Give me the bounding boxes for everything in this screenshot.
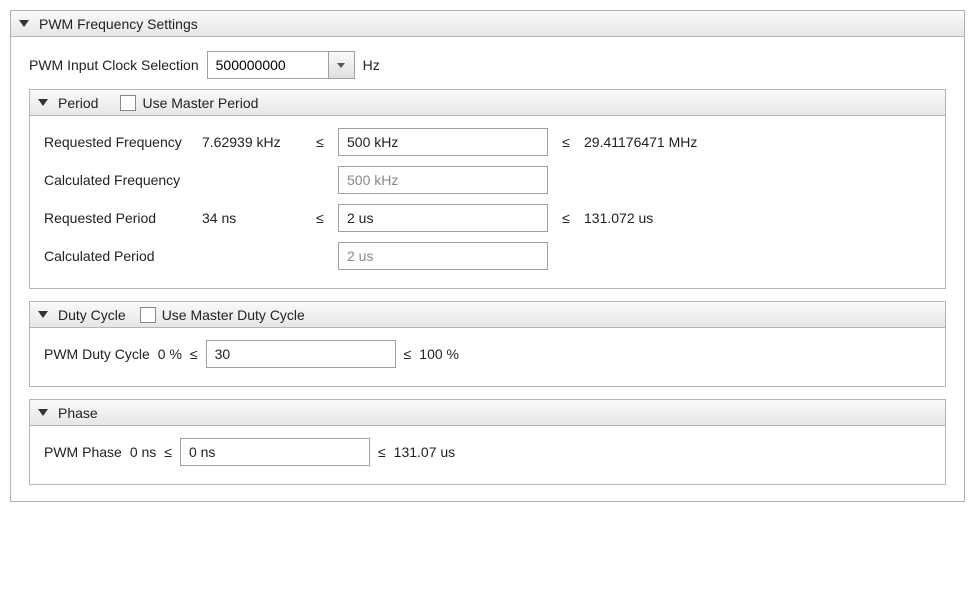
panel-title: PWM Frequency Settings (39, 16, 198, 32)
period-header[interactable]: Period Use Master Period (30, 90, 945, 116)
use-master-duty-label: Use Master Duty Cycle (162, 307, 305, 323)
input-clock-dropdown-button[interactable] (328, 52, 354, 78)
lte-icon: ≤ (378, 444, 386, 460)
requested-period-max: 131.072 us (584, 210, 653, 226)
duty-cycle-max: 100 % (419, 346, 459, 362)
phase-label: PWM Phase (44, 444, 122, 460)
lte-icon: ≤ (556, 210, 576, 226)
pwm-frequency-settings-header[interactable]: PWM Frequency Settings (11, 11, 964, 37)
duty-cycle-input[interactable] (206, 340, 396, 368)
lte-icon: ≤ (404, 346, 412, 362)
chevron-down-icon (38, 409, 48, 416)
input-clock-unit: Hz (363, 57, 380, 73)
duty-cycle-title: Duty Cycle (58, 307, 126, 323)
pwm-frequency-settings-panel: PWM Frequency Settings PWM Input Clock S… (10, 10, 965, 502)
period-panel: Period Use Master Period Requested Frequ… (29, 89, 946, 289)
duty-cycle-header[interactable]: Duty Cycle Use Master Duty Cycle (30, 302, 945, 328)
period-title: Period (58, 95, 98, 111)
calculated-period-label: Calculated Period (44, 248, 194, 264)
use-master-period-label: Use Master Period (142, 95, 258, 111)
input-clock-label: PWM Input Clock Selection (29, 57, 199, 73)
lte-icon: ≤ (164, 444, 172, 460)
lte-icon: ≤ (310, 134, 330, 150)
duty-cycle-label: PWM Duty Cycle (44, 346, 150, 362)
calculated-period-output (338, 242, 548, 270)
phase-header[interactable]: Phase (30, 400, 945, 426)
period-body: Requested Frequency 7.62939 kHz ≤ ≤ 29.4… (30, 116, 945, 288)
use-master-duty-checkbox[interactable] (140, 307, 156, 323)
duty-cycle-body: PWM Duty Cycle 0 % ≤ ≤100 % (30, 328, 945, 386)
chevron-down-icon (19, 20, 29, 27)
calculated-frequency-label: Calculated Frequency (44, 172, 194, 188)
input-clock-value[interactable] (208, 52, 328, 78)
chevron-down-icon (38, 311, 48, 318)
chevron-down-icon (38, 99, 48, 106)
phase-max: 131.07 us (394, 444, 456, 460)
phase-input[interactable] (180, 438, 370, 466)
use-master-period-checkbox[interactable] (120, 95, 136, 111)
phase-body: PWM Phase 0 ns ≤ ≤ 131.07 us (30, 426, 945, 484)
requested-frequency-input[interactable] (338, 128, 548, 156)
input-clock-combo[interactable] (207, 51, 355, 79)
calculated-frequency-output (338, 166, 548, 194)
lte-icon: ≤ (556, 134, 576, 150)
lte-icon: ≤ (310, 210, 330, 226)
chevron-down-icon (337, 63, 345, 68)
requested-frequency-label: Requested Frequency (44, 134, 194, 150)
phase-min: 0 ns (130, 444, 156, 460)
input-clock-row: PWM Input Clock Selection Hz (29, 51, 946, 79)
requested-period-input[interactable] (338, 204, 548, 232)
phase-panel: Phase PWM Phase 0 ns ≤ ≤ 131.07 us (29, 399, 946, 485)
panel-body: PWM Input Clock Selection Hz Period Use … (11, 37, 964, 501)
requested-frequency-max: 29.41176471 MHz (584, 134, 697, 150)
phase-title: Phase (58, 405, 98, 421)
duty-cycle-panel: Duty Cycle Use Master Duty Cycle PWM Dut… (29, 301, 946, 387)
requested-period-label: Requested Period (44, 210, 194, 226)
duty-cycle-min: 0 % (158, 346, 182, 362)
lte-icon: ≤ (190, 346, 198, 362)
requested-frequency-min: 7.62939 kHz (202, 134, 302, 150)
requested-period-min: 34 ns (202, 210, 302, 226)
